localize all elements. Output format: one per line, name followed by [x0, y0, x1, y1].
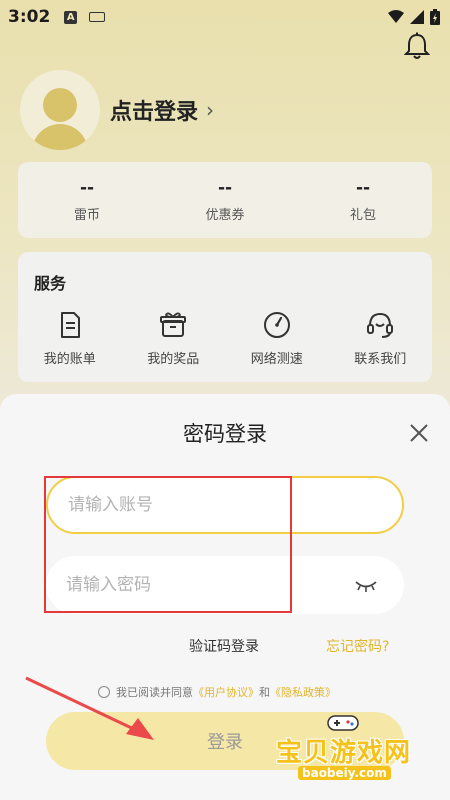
stat-label: 雷币: [73, 207, 100, 223]
stat-value: --: [217, 177, 233, 198]
privacy-policy-link[interactable]: 《隐私政策》: [270, 684, 336, 700]
notification-bell-icon[interactable]: [404, 32, 430, 60]
status-time: 3:02: [8, 7, 51, 27]
service-prizes[interactable]: 我的奖品: [122, 310, 226, 367]
stats-card: -- 雷币 -- 优惠券 -- 礼包: [18, 162, 432, 238]
bill-icon: [60, 312, 80, 338]
service-label: 网络测速: [250, 352, 303, 367]
agreement-prefix: 我已阅读并同意: [116, 686, 193, 699]
sms-login-link[interactable]: 验证码登录: [189, 636, 259, 656]
chevron-right-icon: ›: [206, 98, 215, 122]
password-input[interactable]: [66, 575, 346, 595]
forgot-password-link[interactable]: 忘记密码?: [326, 636, 389, 656]
stat-value: --: [79, 177, 95, 198]
login-button[interactable]: 登录: [46, 712, 404, 770]
service-bill[interactable]: 我的账单: [18, 310, 122, 367]
stat-value: --: [355, 177, 371, 198]
status-bar: 3:02 A: [0, 0, 450, 34]
password-field[interactable]: [46, 556, 404, 614]
login-sheet: 密码登录 验证码登录 忘记密码? 我已阅读并同意 《用户协议》 和 《隐私政策》…: [0, 394, 450, 800]
close-icon[interactable]: [408, 422, 430, 444]
wifi-icon: [388, 10, 404, 23]
stat-label: 礼包: [349, 207, 376, 223]
services-title: 服务: [34, 274, 67, 293]
service-label: 联系我们: [354, 352, 407, 367]
agreement-radio[interactable]: [98, 686, 110, 698]
agreement-and: 和: [259, 686, 270, 699]
avatar[interactable]: [20, 70, 100, 150]
stat-label: 优惠券: [205, 207, 245, 223]
sheet-title: 密码登录: [183, 422, 267, 446]
eye-closed-icon[interactable]: [354, 579, 378, 593]
speedometer-icon: [263, 312, 290, 338]
user-agreement-link[interactable]: 《用户协议》: [193, 684, 259, 700]
accessibility-icon: A: [64, 10, 78, 24]
services-card: 服务 我的账单 我的奖品 网络测速 联系我们: [18, 252, 432, 382]
prize-icon: [160, 312, 187, 337]
keyboard-icon: [89, 12, 106, 22]
stat-leibi[interactable]: -- 雷币: [18, 162, 156, 238]
service-label: 我的奖品: [147, 352, 200, 367]
service-label: 我的账单: [43, 352, 96, 367]
service-contact[interactable]: 联系我们: [329, 310, 433, 367]
signal-icon: [410, 10, 424, 24]
profile-header[interactable]: 点击登录 ›: [20, 70, 214, 150]
login-link-text: 点击登录: [110, 100, 199, 125]
stat-coupons[interactable]: -- 优惠券: [156, 162, 294, 238]
battery-icon: [430, 9, 440, 25]
account-field[interactable]: [46, 476, 404, 534]
service-speedtest[interactable]: 网络测速: [225, 310, 329, 367]
agreement-row: 我已阅读并同意 《用户协议》 和 《隐私政策》: [98, 684, 336, 700]
account-input[interactable]: [68, 495, 348, 515]
stat-gifts[interactable]: -- 礼包: [294, 162, 432, 238]
login-link[interactable]: 点击登录 ›: [110, 94, 214, 126]
headset-icon: [367, 312, 394, 338]
